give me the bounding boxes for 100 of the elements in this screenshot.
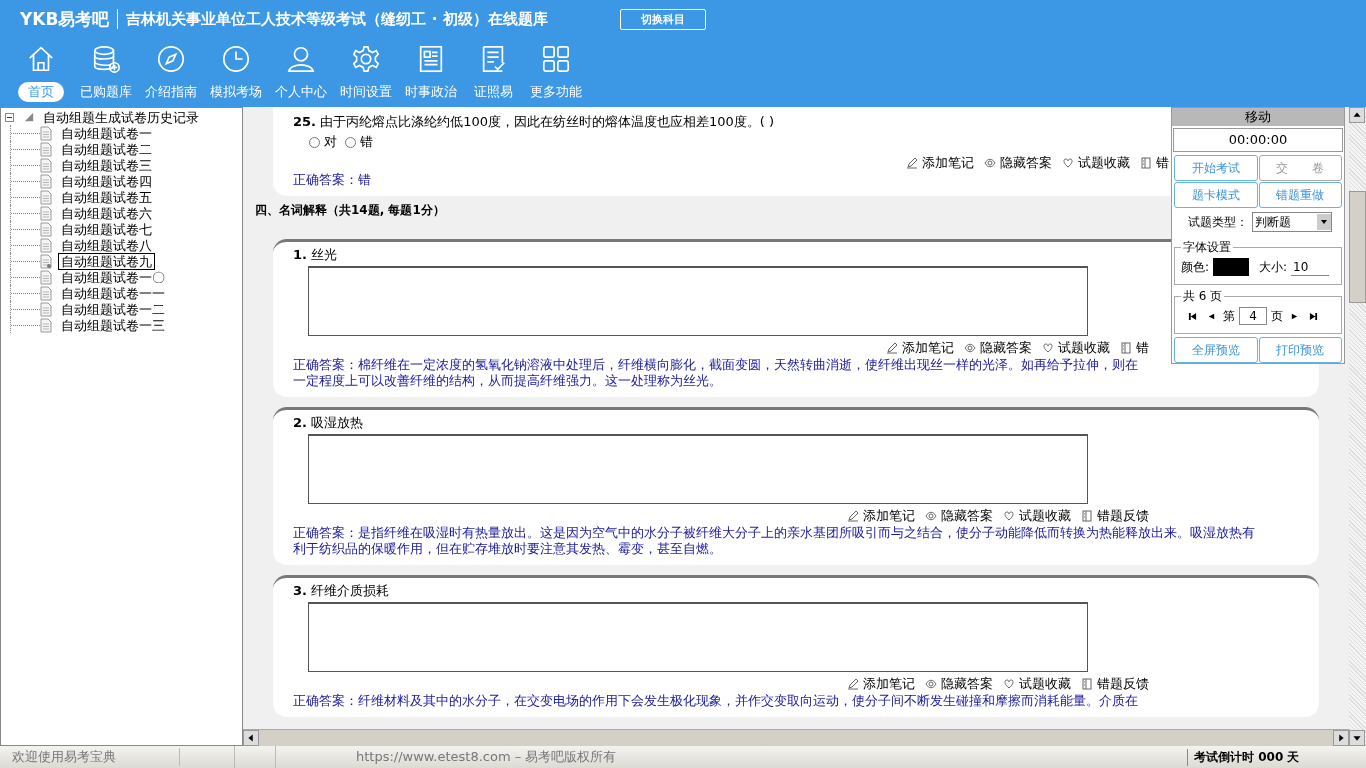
caret-icon[interactable]: [1317, 214, 1331, 230]
scroll-up-button[interactable]: [1349, 107, 1365, 123]
action-link[interactable]: 试题收藏: [1058, 339, 1110, 357]
compass-icon[interactable]: [155, 44, 186, 74]
document-icon: [40, 237, 52, 253]
option-label[interactable]: 对: [324, 133, 337, 151]
tree-item[interactable]: 自动组题试卷一: [58, 124, 155, 142]
action-link[interactable]: 隐藏答案: [980, 339, 1032, 357]
answer-box[interactable]: [308, 434, 1088, 504]
panel-button[interactable]: 打印预览: [1258, 337, 1342, 363]
scroll-down-button[interactable]: [1349, 730, 1365, 746]
action-link[interactable]: 试题收藏: [1019, 675, 1071, 693]
document-icon: [40, 157, 52, 173]
action-link[interactable]: 隐藏答案: [941, 507, 993, 525]
tree-item[interactable]: 自动组题试卷六: [58, 204, 155, 222]
field-label: 颜色:: [1181, 258, 1210, 276]
document-icon: [40, 285, 52, 301]
triangle-icon: [24, 112, 34, 122]
previous-page-button[interactable]: [1207, 311, 1216, 321]
page-field[interactable]: 4: [1239, 307, 1267, 325]
collapse-toggle[interactable]: [5, 112, 14, 122]
group-title: 共 6 页: [1182, 288, 1224, 305]
answer-box[interactable]: [308, 266, 1088, 336]
answer-box[interactable]: [308, 602, 1088, 672]
action-link[interactable]: 添加笔记: [863, 507, 915, 525]
scroll-left-button[interactable]: [243, 730, 259, 746]
timer-display: 00:00:00: [1173, 128, 1343, 152]
tree-item[interactable]: 自动组题试卷五: [58, 188, 155, 206]
copyright-text: https://www.etest8.com – 易考吧版权所有: [356, 748, 617, 766]
book-icon[interactable]: [1120, 342, 1132, 354]
book-icon[interactable]: [1081, 678, 1093, 690]
pencil-icon[interactable]: [906, 157, 918, 169]
action-link[interactable]: 添加笔记: [902, 339, 954, 357]
tree-item[interactable]: 自动组题试卷四: [58, 172, 155, 190]
countdown-text: 考试倒计时 000 天: [1187, 748, 1366, 766]
eye-icon[interactable]: [984, 157, 996, 169]
question-text: 2. 吸湿放热: [293, 415, 364, 430]
radio-button[interactable]: [345, 136, 356, 148]
field-label: 试题类型：: [1188, 213, 1248, 231]
color-swatch[interactable]: [1213, 258, 1250, 276]
eye-icon[interactable]: [925, 678, 937, 690]
tree-item[interactable]: 自动组题试卷七: [58, 220, 155, 238]
panel-button[interactable]: 题卡模式: [1174, 182, 1258, 208]
tree-item[interactable]: 自动组题试卷一二: [58, 300, 168, 318]
action-link[interactable]: 试题收藏: [1078, 154, 1130, 172]
book-icon[interactable]: [1140, 157, 1152, 169]
action-link[interactable]: 错题反馈: [1097, 507, 1149, 525]
grid-icon[interactable]: [540, 44, 571, 74]
question-text: 3. 纤维介质损耗: [293, 583, 390, 598]
gear-icon[interactable]: [350, 44, 381, 74]
panel-button[interactable]: 全屏预览: [1174, 337, 1258, 363]
tree-item[interactable]: 自动组题试卷一〇: [58, 268, 168, 286]
answer-text: 正确答案：纤维材料及其中的水分子，在交变电场的作用下会发生极化现象，并作交变取向运动，使分子间不断发生碰撞和摩擦而消耗能量。介质在: [293, 693, 1138, 708]
answer-text: 正确答案：棉纤维在一定浓度的氢氧化钠溶液中处理后，纤维横向膨化，截面变圆，天然转曲消逝，使纤维出现丝一样的光泽。如再给予拉伸，则在一定程度上可以改善纤维的结构，从而提高纤维强力。这一处理称为丝光。: [293, 357, 1138, 388]
scroll-right-button[interactable]: [1333, 730, 1349, 746]
action-link[interactable]: 错: [1136, 339, 1149, 357]
clock-icon[interactable]: [220, 44, 251, 74]
pencil-icon[interactable]: [847, 678, 859, 690]
action-link[interactable]: 隐藏答案: [1000, 154, 1052, 172]
action-link[interactable]: 添加笔记: [922, 154, 974, 172]
question-type-dropdown[interactable]: 判断题: [1252, 212, 1332, 232]
document-icon: [40, 221, 52, 237]
first-page-button[interactable]: [1188, 311, 1197, 321]
tree-item[interactable]: 自动组题试卷九: [58, 252, 155, 270]
document-icon: [40, 141, 52, 157]
pencil-icon[interactable]: [886, 342, 898, 354]
question-text: 25. 由于丙纶熔点比涤纶约低100度，因此在纺丝时的熔体温度也应相差100度。( ): [293, 114, 775, 129]
book-icon[interactable]: [1081, 510, 1093, 522]
action-link[interactable]: 错: [1156, 154, 1169, 172]
eye-icon[interactable]: [964, 342, 976, 354]
tree-item[interactable]: 自动组题试卷三: [58, 156, 155, 174]
next-page-button[interactable]: [1290, 311, 1299, 321]
action-link[interactable]: 错题反馈: [1097, 675, 1149, 693]
tree-item[interactable]: 自动组题试卷一三: [58, 316, 168, 334]
option-label[interactable]: 错: [360, 133, 373, 151]
document-icon: [40, 301, 52, 317]
person-icon[interactable]: [285, 44, 316, 74]
panel-button[interactable]: 开始考试: [1174, 155, 1258, 181]
document-icon: [40, 125, 52, 141]
heart-icon[interactable]: [1003, 510, 1015, 522]
heart-icon[interactable]: [1003, 678, 1015, 690]
action-link[interactable]: 隐藏答案: [941, 675, 993, 693]
radio-button[interactable]: [309, 136, 320, 148]
last-page-button[interactable]: [1309, 311, 1318, 321]
tree-item[interactable]: 自动组题试卷八: [58, 236, 155, 254]
heart-icon[interactable]: [1042, 342, 1054, 354]
tree-item[interactable]: 自动组题试卷一一: [58, 284, 168, 302]
section-heading: 四、名词解释（共14题, 每题1分）: [255, 202, 446, 219]
heart-icon[interactable]: [1062, 157, 1074, 169]
action-link[interactable]: 试题收藏: [1019, 507, 1071, 525]
tree-item[interactable]: 自动组题试卷二: [58, 140, 155, 158]
scroll-thumb[interactable]: [1349, 191, 1366, 303]
field-label: 页: [1271, 307, 1283, 325]
pencil-icon[interactable]: [847, 510, 859, 522]
tree-root-label[interactable]: 自动组题生成试卷历史记录: [40, 108, 202, 126]
panel-title[interactable]: 移动: [1172, 108, 1344, 126]
panel-button[interactable]: 错题重做: [1258, 182, 1342, 208]
document-icon: [40, 189, 52, 205]
eye-icon[interactable]: [925, 510, 937, 522]
action-link[interactable]: 添加笔记: [863, 675, 915, 693]
